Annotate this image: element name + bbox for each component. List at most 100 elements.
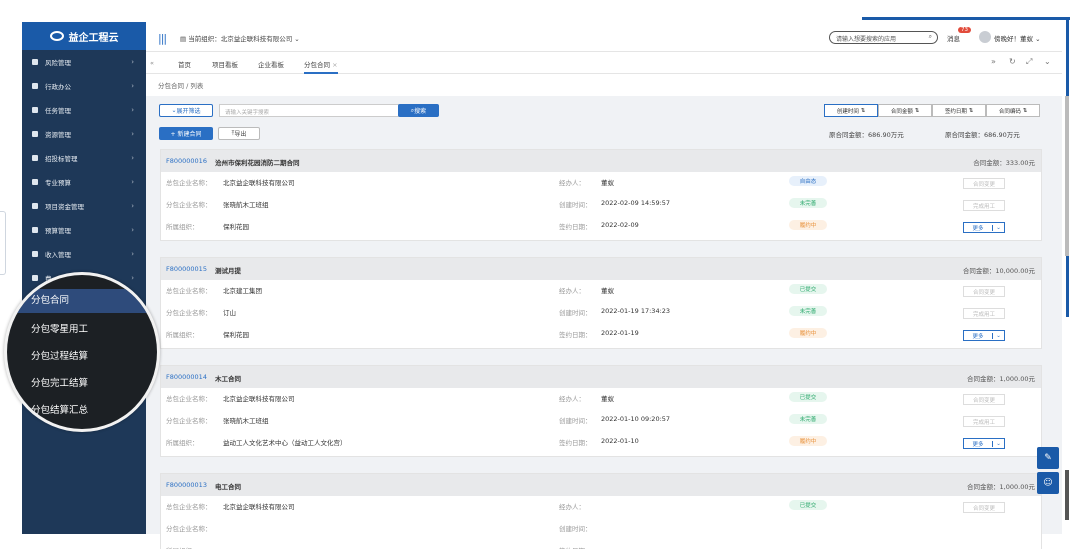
complete-work-button[interactable]: 完成用工	[963, 308, 1005, 319]
sidebar-item-label: 预算管理	[45, 227, 71, 235]
contract-amount: 合同金额：10,000.00元	[962, 267, 1035, 275]
chevron-down-icon[interactable]: ⌄	[1044, 57, 1051, 66]
zoom-menu-selected[interactable]: 分包合同	[31, 292, 69, 306]
user-greeting[interactable]: 傍晚好！董蚁 ⌄	[994, 33, 1041, 43]
sidebar-item[interactable]: 风险管理 ›	[22, 50, 146, 74]
sidebar-item[interactable]: 专业预算 ›	[22, 170, 146, 194]
zoom-lens: 分包合同 分包零星用工 分包过程结算 分包完工结算 分包结算汇总	[4, 272, 160, 432]
app-search-input[interactable]: 请输入想要搜索的应用 ⌕	[829, 31, 938, 44]
zoom-menu-item[interactable]: 分包零星用工	[31, 321, 88, 335]
user-name: 傍晚好！董蚁	[994, 35, 1033, 43]
tabs-scroll-right-icon[interactable]: »	[991, 57, 996, 66]
contract-id-link[interactable]: F800000013	[166, 481, 207, 489]
messages-link[interactable]: 消息	[947, 33, 960, 43]
more-label: 更多	[972, 441, 984, 448]
export-button[interactable]: ⤒ 导出	[218, 127, 260, 140]
new-contract-button[interactable]: + 新建合同	[159, 127, 213, 140]
contract-card[interactable]: F800000015 测试月提 合同金额：10,000.00元 总包企业名称： 北京建工…	[160, 257, 1042, 349]
sort-signed-button[interactable]: 签约日期 ⇅	[932, 104, 986, 117]
sort-code-button[interactable]: 合同编码 ⇅	[986, 104, 1040, 117]
contract-card[interactable]: F800000016 沧州市保利花园消防二期合同 合同金额：333.00元 总包企业名…	[160, 149, 1042, 241]
field-label: 所属组织：	[166, 439, 199, 447]
tab-home[interactable]: 首页	[178, 59, 191, 69]
export-label: 导出	[234, 131, 247, 138]
avatar[interactable]	[979, 31, 991, 43]
sort-label: 签约日期	[944, 108, 967, 115]
contract-id-link[interactable]: F800000014	[166, 373, 207, 381]
field-value-org: 益动工人文化艺术中心（益动工人文化宫）	[223, 439, 347, 447]
complete-work-button[interactable]: 完成用工	[963, 416, 1005, 427]
tabs-scroll-left-icon[interactable]: «	[150, 59, 154, 67]
field-label: 分包企业名称：	[166, 201, 212, 209]
contract-change-button[interactable]: 合同变更	[963, 394, 1005, 405]
keyword-search-input[interactable]: 请输入关键字搜索	[219, 104, 399, 117]
sort-amount-button[interactable]: 合同金额 ⇅	[878, 104, 932, 117]
zoom-menu-item[interactable]: 分包完工结算	[31, 375, 88, 389]
chevron-right-icon: ›	[131, 226, 134, 234]
contract-card[interactable]: F800000013 电工合同 合同金额：1,000.00元 总包企业名称： 北京益企联…	[160, 473, 1042, 549]
contract-name: 电工合同	[215, 483, 241, 491]
fullscreen-icon[interactable]: ⤢	[1026, 57, 1032, 67]
contract-change-button[interactable]: 合同变更	[963, 178, 1005, 189]
sidebar-item[interactable]: 项目资金管理 ›	[22, 194, 146, 218]
menu-item-icon	[32, 131, 38, 137]
more-button[interactable]: 更多 ⌄	[963, 222, 1005, 233]
support-icon[interactable]: ☺	[1037, 472, 1059, 494]
field-label: 签约日期：	[559, 223, 592, 231]
app-logo[interactable]: 益企工程云	[22, 22, 146, 50]
tab-subcontract[interactable]: 分包合同 ×	[304, 59, 338, 74]
contract-card[interactable]: F800000014 木工合同 合同金额：1,000.00元 总包企业名称： 北京益企联…	[160, 365, 1042, 457]
more-button[interactable]: 更多 ⌄	[963, 330, 1005, 341]
sidebar-item[interactable]: 招投标管理 ›	[22, 146, 146, 170]
zoom-menu-item[interactable]: 分包结算汇总	[31, 402, 88, 416]
contract-id-link[interactable]: F800000016	[166, 157, 207, 165]
sidebar-item[interactable]: 任务管理 ›	[22, 98, 146, 122]
chevron-right-icon: ›	[131, 58, 134, 66]
field-label: 所属组织：	[166, 331, 199, 339]
field-value-sub: 订山	[223, 309, 236, 317]
sidebar-item[interactable]: 预算管理 ›	[22, 218, 146, 242]
decor-frame-top	[862, 17, 1070, 20]
field-label: 经办人：	[559, 395, 585, 403]
status-badge: 未完善	[789, 198, 827, 208]
logo-icon	[49, 31, 64, 41]
menu-toggle-icon[interactable]: |||	[158, 32, 167, 45]
sidebar-item[interactable]: 资源管理 ›	[22, 122, 146, 146]
expand-filter-button[interactable]: ⌄ 展开筛选	[159, 104, 213, 117]
more-button[interactable]: 更多 ⌄	[963, 438, 1005, 449]
chevron-down-icon: ⌄	[992, 332, 1004, 339]
contract-card-header: F800000013 电工合同 合同金额：1,000.00元	[161, 474, 1041, 496]
field-label: 分包企业名称：	[166, 309, 212, 317]
field-value-general: 北京益企联科技有限公司	[223, 395, 295, 403]
field-value-general: 北京益企联科技有限公司	[223, 179, 295, 187]
contract-id-link[interactable]: F800000015	[166, 265, 207, 273]
sidebar-item[interactable]: 收入管理 ›	[22, 242, 146, 266]
feedback-icon[interactable]: ✎	[1037, 447, 1059, 469]
search-button[interactable]: ⌕ 搜索	[398, 104, 439, 117]
search-icon[interactable]: ⌕	[929, 33, 932, 41]
org-selector[interactable]: ▤ 当前组织：北京益企联科技有限公司 ⌄	[180, 33, 300, 43]
contract-name: 木工合同	[215, 375, 241, 383]
sort-created-button[interactable]: 创建时间 ⇅	[824, 104, 878, 117]
chevron-down-icon: ⌄	[992, 224, 1004, 231]
org-label: 当前组织：	[188, 35, 221, 43]
sidebar-item-label: 专业预算	[45, 179, 71, 187]
contract-change-button[interactable]: 合同变更	[963, 502, 1005, 513]
tab-project-board[interactable]: 项目看板	[212, 59, 238, 69]
field-label: 经办人：	[559, 179, 585, 187]
complete-work-button[interactable]: 完成用工	[963, 200, 1005, 211]
sort-label: 合同金额	[890, 108, 913, 115]
scrollbar-thumb[interactable]	[1065, 470, 1069, 520]
tab-company-board[interactable]: 企业看板	[258, 59, 284, 69]
zoom-menu-item[interactable]: 分包过程结算	[31, 348, 88, 362]
field-label: 创建时间：	[559, 525, 592, 533]
org-name: 北京益企联科技有限公司	[220, 35, 293, 43]
field-label: 经办人：	[559, 287, 585, 295]
search-button-label: 搜索	[414, 108, 427, 115]
tab-close-icon[interactable]: ×	[332, 61, 337, 69]
sidebar-item[interactable]: 行政办公 ›	[22, 74, 146, 98]
contract-change-button[interactable]: 合同变更	[963, 286, 1005, 297]
field-label: 经办人：	[559, 503, 585, 511]
sidebar-item-label: 风险管理	[45, 59, 71, 67]
refresh-icon[interactable]: ↻	[1009, 57, 1016, 66]
